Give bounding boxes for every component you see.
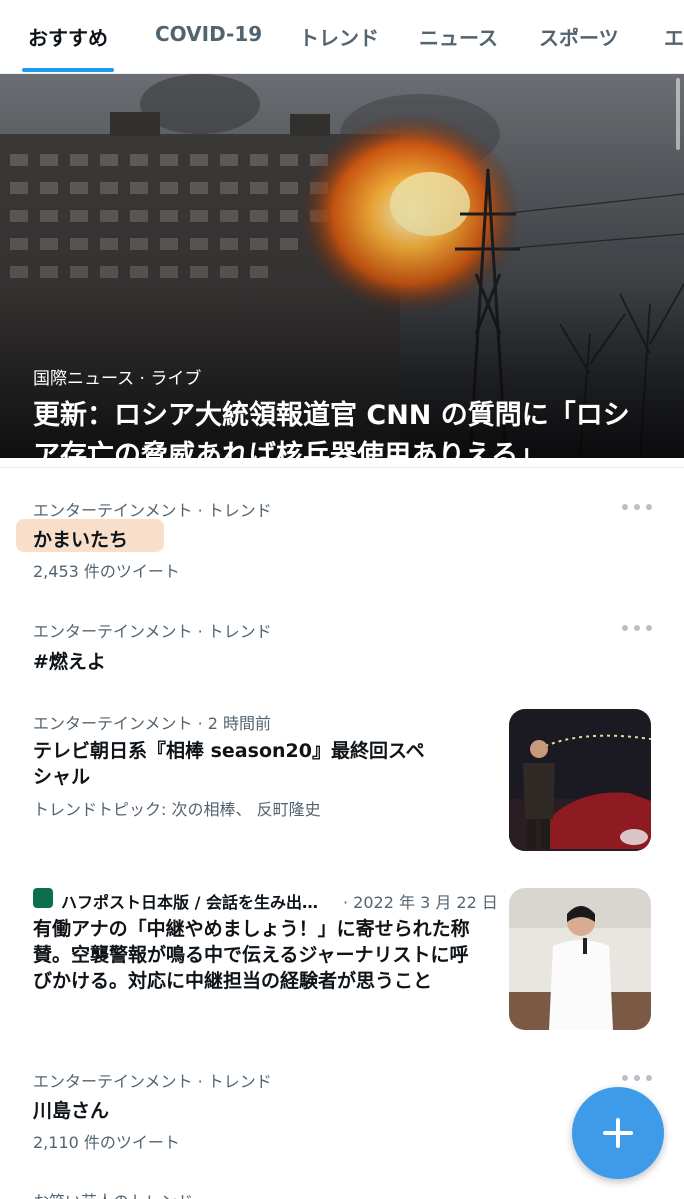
hero-headline: 更新：ロシア大統領報道官 CNN の質問に「ロシア存亡の脅威あれば核兵器使用あり… bbox=[33, 400, 630, 458]
trend-name: #燃えよ bbox=[33, 651, 106, 673]
news-date: · 2022 年 3 月 22 日 bbox=[343, 893, 498, 912]
news-thumbnail bbox=[509, 888, 651, 1030]
explore-tabs: おすすめ COVID-19 トレンド ニュース スポーツ エ bbox=[0, 0, 684, 74]
more-dots-icon[interactable] bbox=[622, 1070, 652, 1086]
plus-icon-stroke bbox=[616, 1118, 620, 1148]
news-source: ハフポスト日本版 / 会話を生み出… bbox=[61, 893, 318, 912]
scroll-indicator bbox=[676, 78, 680, 150]
trend-thumbnail bbox=[509, 709, 651, 851]
trend-topics: トレンドトピック: 次の相棒、 反町隆史 bbox=[33, 800, 321, 819]
more-dots-icon[interactable] bbox=[622, 620, 652, 636]
tab-news[interactable]: ニュース bbox=[419, 22, 498, 51]
trend-category: お笑い芸人のトレンド bbox=[33, 1188, 193, 1199]
tab-recommended[interactable]: おすすめ bbox=[28, 22, 108, 51]
hero-category: 国際ニュース · ライブ bbox=[33, 369, 202, 389]
hero-news-card[interactable]: 国際ニュース · ライブ 更新：ロシア大統領報道官 CNN の質問に「ロシア存亡… bbox=[0, 74, 684, 458]
trend-category: エンターテインメント · トレンド bbox=[33, 501, 272, 520]
compose-button[interactable] bbox=[572, 1087, 664, 1179]
tab-entertainment[interactable]: エ bbox=[664, 22, 684, 51]
trend-tweet-count: 2,110 件のツイート bbox=[33, 1133, 180, 1152]
trend-name: テレビ朝日系『相棒 season20』最終回スペシャル bbox=[33, 740, 425, 788]
trend-name: 川島さん bbox=[33, 1100, 110, 1122]
news-headline: 有働アナの「中継やめましょう！」に寄せられた称賛。空襲警報が鳴る中で伝えるジャー… bbox=[33, 918, 470, 992]
tab-trends[interactable]: トレンド bbox=[299, 22, 379, 51]
trend-name: かまいたち bbox=[33, 529, 129, 551]
more-dots-icon[interactable] bbox=[622, 499, 652, 515]
trend-category: エンターテインメント · トレンド bbox=[33, 622, 272, 641]
tab-covid[interactable]: COVID-19 bbox=[155, 22, 262, 46]
trend-tweet-count: 2,453 件のツイート bbox=[33, 562, 180, 581]
trend-category: エンターテインメント · トレンド bbox=[33, 1072, 272, 1091]
tab-sports[interactable]: スポーツ bbox=[539, 22, 619, 51]
trend-category: エンターテインメント · 2 時間前 bbox=[33, 714, 272, 733]
active-tab-indicator bbox=[22, 68, 114, 72]
news-source-icon bbox=[33, 888, 53, 908]
divider bbox=[0, 467, 684, 468]
